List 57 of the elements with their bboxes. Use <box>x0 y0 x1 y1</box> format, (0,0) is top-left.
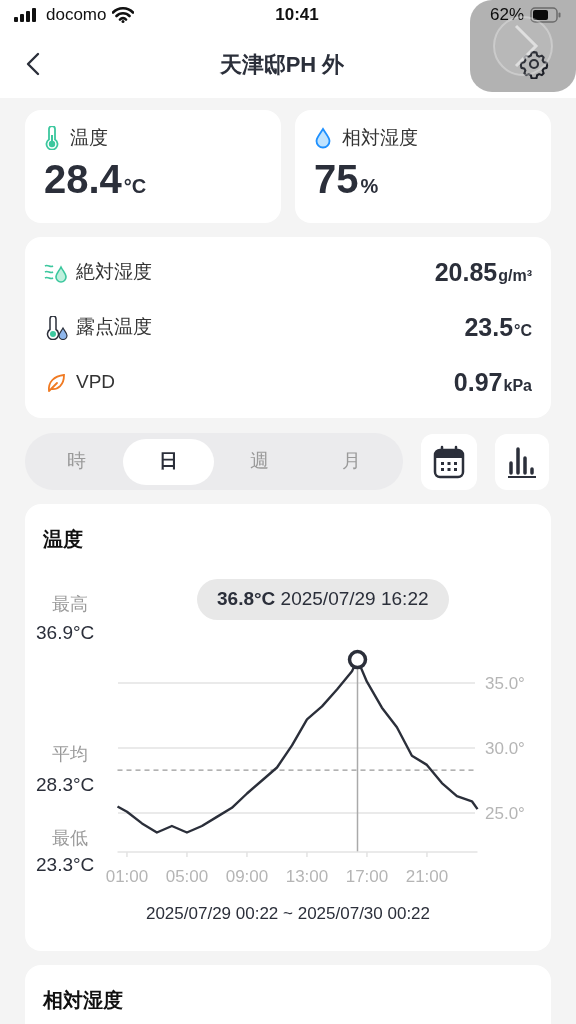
bar-chart-button[interactable] <box>495 433 549 490</box>
back-chevron-icon <box>26 52 40 76</box>
chart-title: 温度 <box>43 528 83 550</box>
metric-unit: kPa <box>503 375 532 396</box>
water-drop-icon <box>314 127 332 150</box>
selected-point-marker[interactable] <box>347 649 368 670</box>
metric-unit: g/m³ <box>498 265 532 286</box>
stat-label: 平均 <box>52 745 88 763</box>
period-tab[interactable]: 日 <box>122 438 214 485</box>
battery-icon <box>530 7 562 23</box>
stat-value: 28.3°C <box>36 775 95 794</box>
x-axis-label: 13:00 <box>285 867 329 886</box>
date-range: 2025/07/29 00:22 ~ 2025/07/30 00:22 <box>145 903 431 925</box>
metric-value: 23.5 <box>464 311 514 343</box>
settings-icon <box>519 49 549 79</box>
wifi-icon <box>112 7 135 23</box>
metric-label: 絶対湿度 <box>76 260 152 285</box>
metric-value: 0.97 <box>453 366 503 398</box>
metric-label: VPD <box>76 370 116 395</box>
clock-time: 10:41 <box>275 4 319 27</box>
stat-label: 最低 <box>52 829 88 847</box>
reading-label: 相対湿度 <box>342 126 418 150</box>
y-axis-label: 25.0° <box>485 804 525 823</box>
page-title: 天津邸PH 外 <box>219 50 345 79</box>
stat-label: 最高 <box>52 595 88 613</box>
floating-assistive-button[interactable] <box>470 0 576 92</box>
stat-value: 36.9°C <box>36 623 95 642</box>
metric-unit: °C <box>514 320 532 341</box>
leaf-icon <box>46 372 66 393</box>
calendar-icon <box>433 444 465 479</box>
battery-percentage: 62% <box>489 4 524 27</box>
reading-value: 28.4 <box>44 158 122 199</box>
x-axis-label: 05:00 <box>165 867 209 886</box>
metric-label: 露点温度 <box>76 315 152 340</box>
chart-title: 相対湿度 <box>43 988 123 1011</box>
point-tooltip: 36.8°C 2025/07/29 16:22 <box>197 579 449 620</box>
x-axis-label: 21:00 <box>405 867 449 886</box>
x-axis-label: 09:00 <box>225 867 269 886</box>
carrier-name: docomo <box>46 4 107 27</box>
period-tab[interactable]: 時 <box>31 438 123 485</box>
calendar-button[interactable] <box>421 433 477 490</box>
reading-label: 温度 <box>70 126 108 150</box>
stat-value: 23.3°C <box>36 855 95 874</box>
x-axis-label: 01:00 <box>105 867 149 886</box>
metric-value: 20.85 <box>434 256 498 288</box>
reading-value: 75 <box>314 158 359 199</box>
period-tab[interactable]: 週 <box>214 438 306 485</box>
bar-chart-icon <box>507 445 537 478</box>
settings-button[interactable] <box>518 48 550 80</box>
x-axis-label: 17:00 <box>345 867 389 886</box>
y-axis-label: 35.0° <box>485 674 525 693</box>
reading-unit: % <box>360 173 379 199</box>
period-tab[interactable]: 月 <box>305 438 397 485</box>
thermometer-drop-icon <box>44 315 68 340</box>
thermometer-icon <box>44 126 60 151</box>
y-axis-label: 30.0° <box>485 739 525 758</box>
reading-unit: °C <box>123 173 147 199</box>
